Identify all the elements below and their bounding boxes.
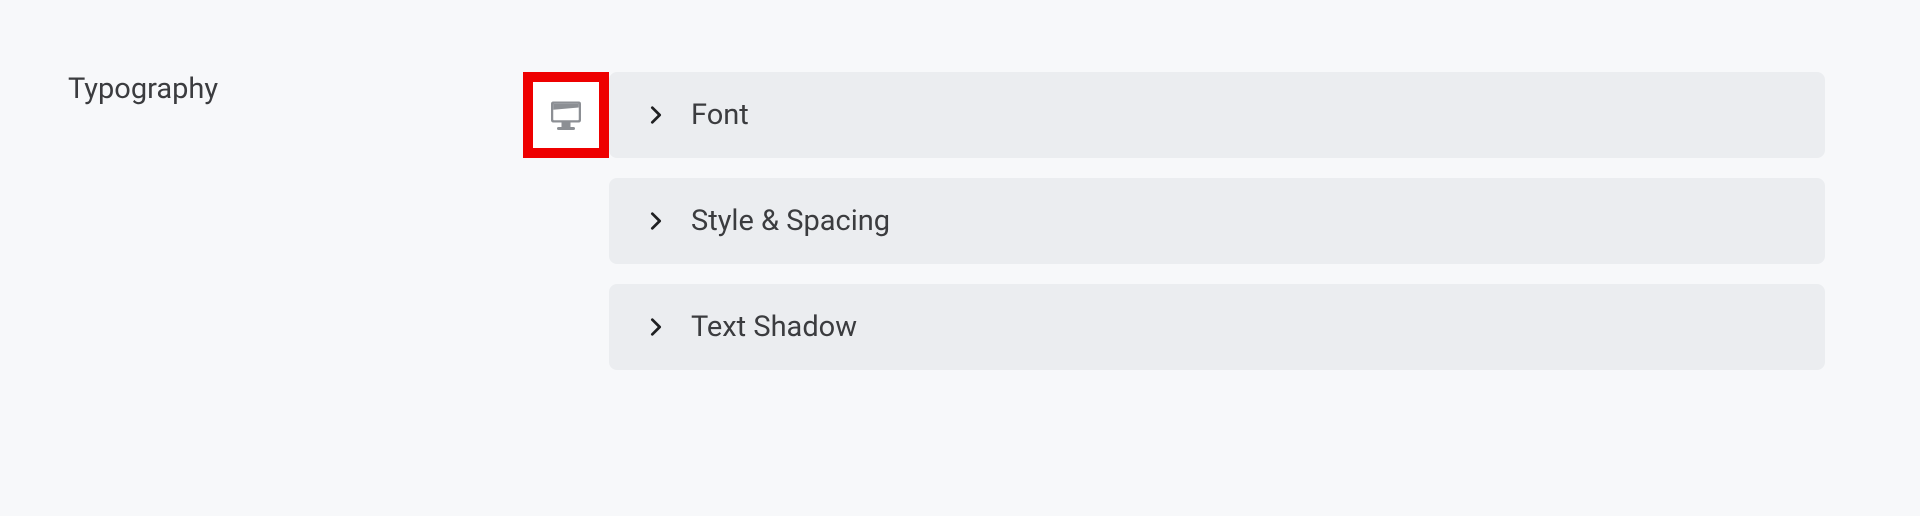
panel-row-text-shadow: Text Shadow — [523, 284, 1825, 370]
panel-row-font: Font — [523, 72, 1825, 158]
desktop-icon — [548, 97, 584, 133]
panel-style-spacing[interactable]: Style & Spacing — [609, 178, 1825, 264]
panel-row-style-spacing: Style & Spacing — [523, 178, 1825, 264]
chevron-right-icon — [645, 210, 667, 232]
panel-text-shadow[interactable]: Text Shadow — [609, 284, 1825, 370]
panel-font[interactable]: Font — [609, 72, 1825, 158]
chevron-right-icon — [645, 104, 667, 126]
panel-label: Text Shadow — [691, 310, 857, 344]
panel-label: Font — [691, 98, 749, 132]
chevron-right-icon — [645, 316, 667, 338]
section-title: Typography — [68, 72, 523, 106]
panel-label: Style & Spacing — [691, 204, 890, 238]
device-desktop-button[interactable] — [523, 72, 609, 158]
